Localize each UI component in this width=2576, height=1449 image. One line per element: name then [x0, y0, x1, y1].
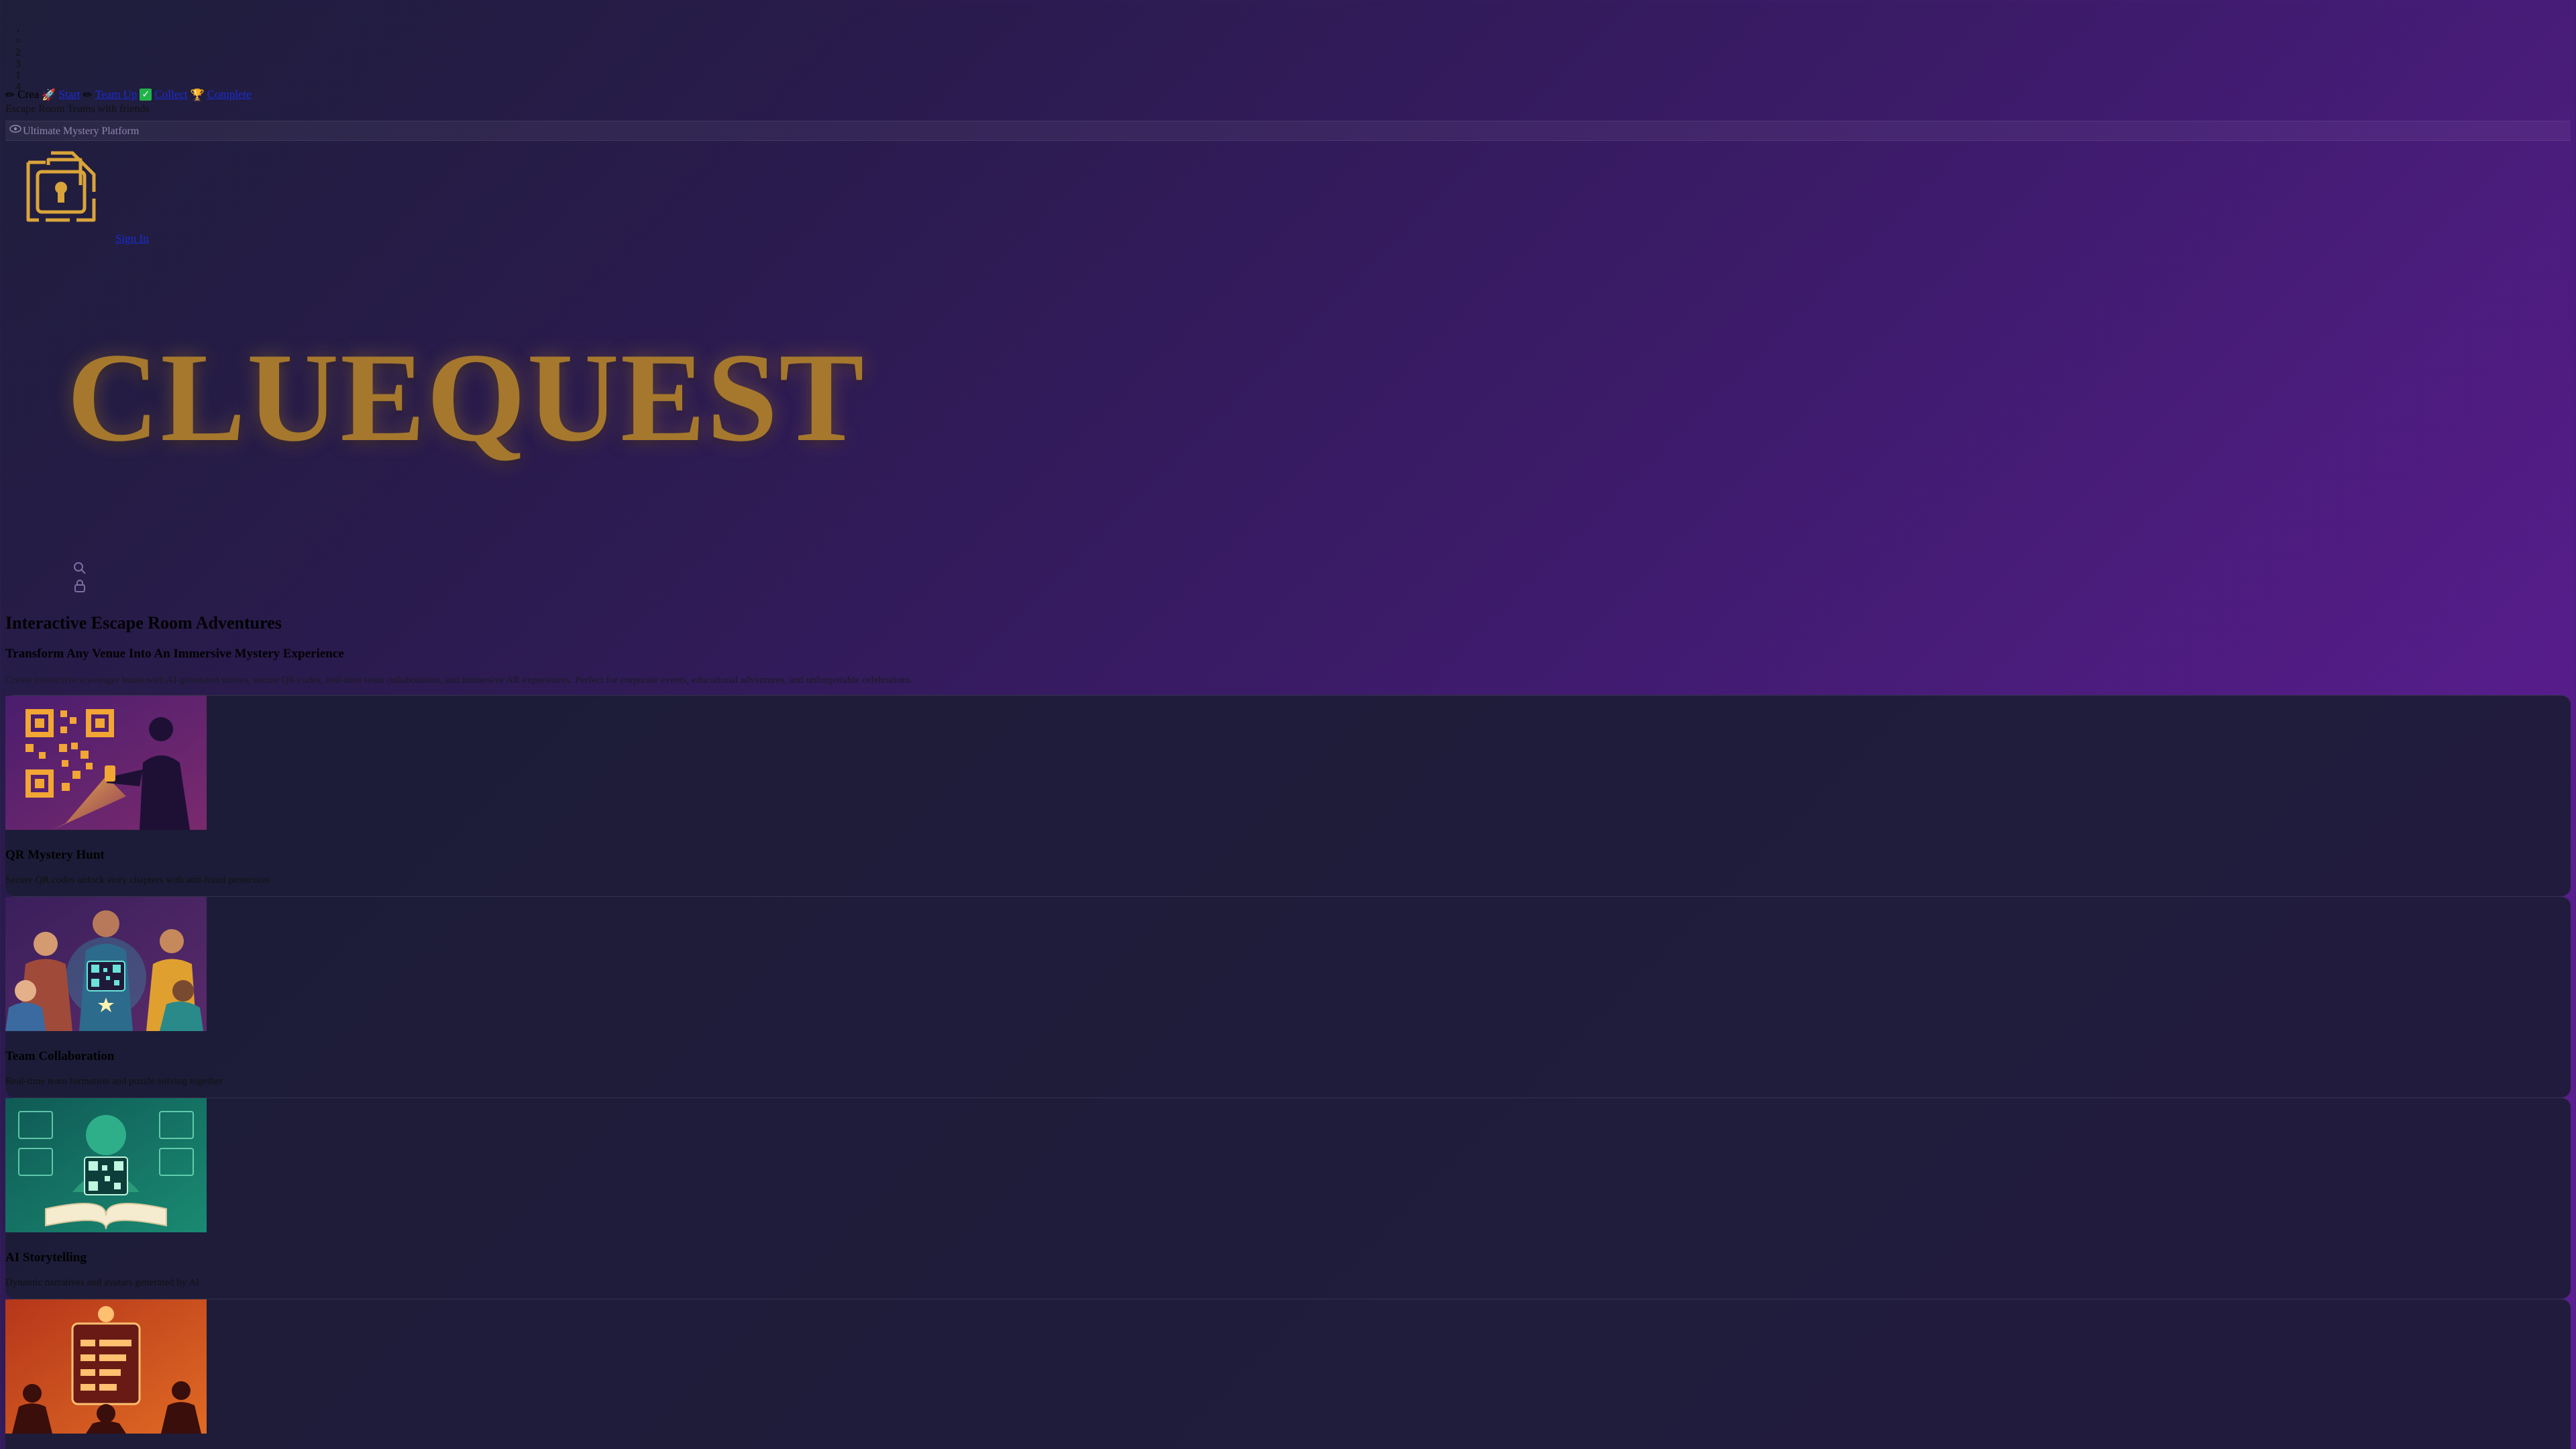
check-icon: ✓ — [140, 89, 152, 101]
qr-hunt-illustration — [5, 696, 207, 830]
hero-description: Create interactive scavenger hunts with … — [5, 675, 914, 686]
feature-card-qr[interactable]: QR Mystery Hunt Secure QR codes unlock s… — [5, 695, 2571, 896]
mark-4: 1 — [15, 70, 21, 81]
feature-subtitle: Secure QR codes unlock story chapters wi… — [5, 875, 270, 885]
feature-subtitle: Dynamic narratives and avatars generated… — [5, 1277, 200, 1288]
feature-card-leaderboard[interactable] — [5, 1299, 2571, 1449]
team-illustration — [5, 897, 207, 1031]
mark-2: 2 — [15, 47, 21, 58]
search-icon — [74, 562, 86, 574]
platform-label: Ultimate Mystery Platform — [23, 125, 140, 137]
sign-in-link[interactable]: Sign In — [115, 232, 149, 246]
feature-title: AI Storytelling — [5, 1250, 87, 1265]
step-create-label: Crea — [17, 88, 40, 101]
hero-title: CLUEQUEST — [67, 327, 866, 468]
platform-band: Ultimate Mystery Platform — [5, 121, 2571, 141]
mark-1: = — [15, 36, 21, 47]
mark-0: ‹ — [16, 24, 20, 36]
step-nav: ✏ Crea 🚀 Start ✏ Team Up ✓ Collect 🏆 Com… — [5, 86, 252, 103]
feature-title: Team Collaboration — [5, 1049, 115, 1063]
page: ‹ = 2 3 1 4 ✏ Crea 🚀 Start ✏ Team Up ✓ C… — [5, 5, 2571, 1449]
hero-heading: Interactive Escape Room Adventures — [5, 613, 282, 633]
step-start-link[interactable]: Start — [59, 88, 80, 101]
nav-subtext: Escape Room Teams with friends — [5, 103, 150, 115]
trophy-icon: 🏆 — [190, 88, 205, 101]
step-team-link[interactable]: Team Up — [95, 88, 138, 101]
lock-icon — [74, 580, 85, 592]
feature-title: QR Mystery Hunt — [5, 848, 105, 862]
mark-3: 3 — [15, 58, 21, 70]
hero-mini-icons — [72, 561, 89, 596]
feature-card-team[interactable]: Team Collaboration Real-time team format… — [5, 896, 2571, 1097]
pencil-icon: ✏ — [83, 88, 93, 101]
feature-subtitle: Real-time team formation and puzzle solv… — [5, 1076, 223, 1087]
rocket-icon: 🚀 — [42, 88, 56, 101]
feature-card-ai[interactable]: AI Storytelling Dynamic narratives and a… — [5, 1097, 2571, 1299]
eye-icon — [9, 125, 21, 133]
hero-subheading: Transform Any Venue Into An Immersive My… — [5, 647, 344, 661]
ai-story-illustration — [5, 1098, 207, 1232]
step-collect-link[interactable]: Collect — [154, 88, 187, 101]
step-complete-link[interactable]: Complete — [207, 88, 252, 101]
cluequest-logo — [26, 151, 96, 222]
leaderboard-illustration — [5, 1299, 207, 1434]
pencil-icon: ✏ — [5, 88, 15, 101]
vertical-marks: ‹ = 2 3 1 4 — [11, 24, 25, 93]
